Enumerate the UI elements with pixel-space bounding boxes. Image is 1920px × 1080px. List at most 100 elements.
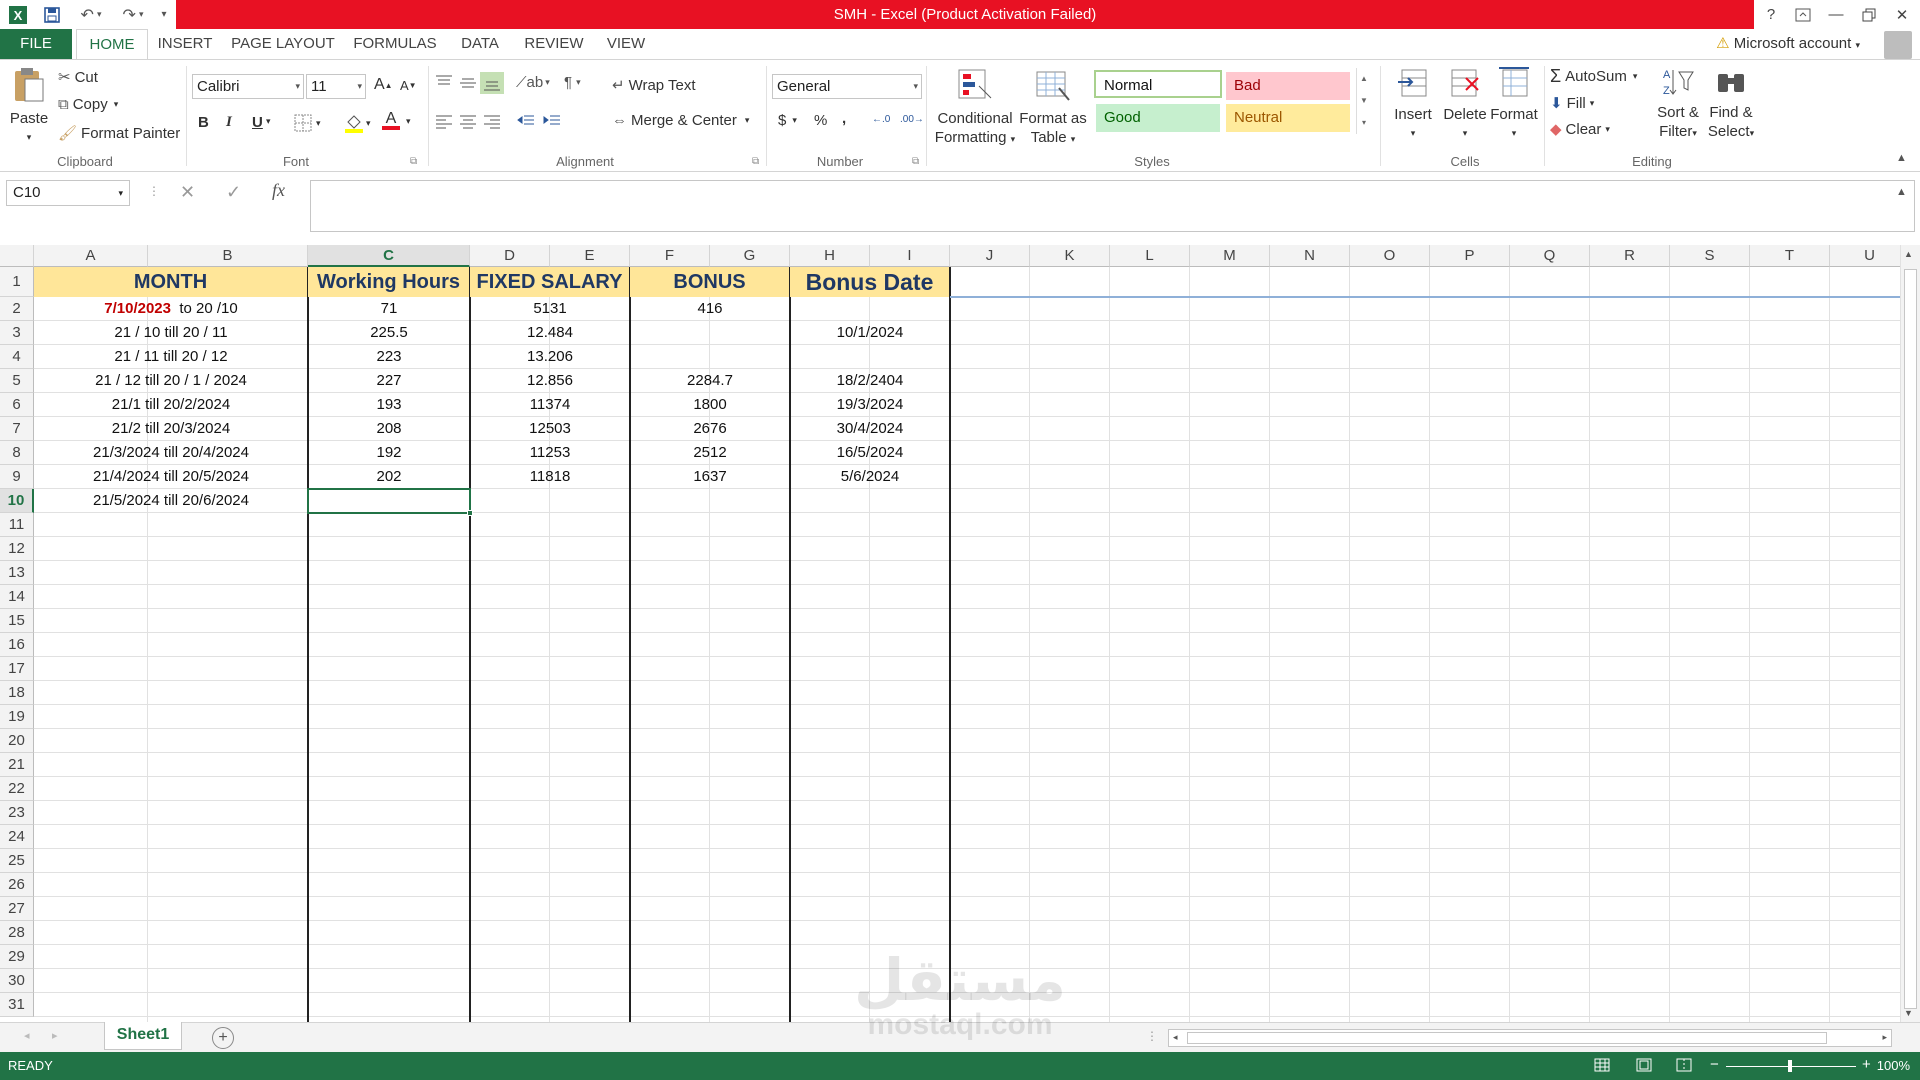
redo-icon[interactable]: ↷ ▾ [116, 3, 150, 26]
cell-salary-row-2[interactable]: 5131 [470, 297, 630, 321]
cell-salary-row-9[interactable]: 11818 [470, 465, 630, 489]
increase-indent-icon[interactable] [542, 112, 562, 130]
column-header-m[interactable]: M [1190, 245, 1270, 267]
normal-view-icon[interactable] [1594, 1058, 1610, 1072]
paste-button[interactable]: Paste ▾ [6, 66, 52, 147]
row-header-18[interactable]: 18 [0, 681, 34, 705]
cell-salary-row-8[interactable]: 11253 [470, 441, 630, 465]
row-header-15[interactable]: 15 [0, 609, 34, 633]
zoom-out-icon[interactable]: − [1710, 1056, 1719, 1073]
column-header-i[interactable]: I [870, 245, 950, 267]
header-fixed-salary[interactable]: FIXED SALARY [470, 267, 629, 297]
format-painter-button[interactable]: 🖌 Format Painter [58, 124, 180, 143]
zoom-slider-thumb[interactable] [1788, 1060, 1792, 1072]
cell-bonus-date-row-2[interactable] [790, 297, 950, 321]
page-break-view-icon[interactable] [1676, 1058, 1692, 1072]
cell-bonus-row-3[interactable] [630, 321, 790, 345]
cell-hours-row-2[interactable]: 71 [308, 297, 470, 321]
column-header-t[interactable]: T [1750, 245, 1830, 267]
decrease-indent-icon[interactable] [516, 112, 536, 130]
scroll-sheets-right-icon[interactable]: ▸ [52, 1029, 58, 1042]
column-header-o[interactable]: O [1350, 245, 1430, 267]
avatar[interactable] [1884, 31, 1912, 59]
save-icon[interactable] [40, 3, 64, 26]
cell-hours-row-5[interactable]: 227 [308, 369, 470, 393]
shrink-font-button[interactable]: A ▼ [400, 78, 417, 93]
align-right-icon[interactable] [482, 112, 502, 130]
paragraph-direction-icon[interactable]: ¶ ▾ [564, 74, 581, 91]
cell-month-row-10[interactable]: 21/5/2024 till 20/6/2024 [34, 489, 308, 513]
column-header-j[interactable]: J [950, 245, 1030, 267]
tab-split-handle-icon[interactable]: ⋮ [1146, 1029, 1158, 1043]
clear-button[interactable]: ◆ Clear ▾ [1550, 120, 1610, 139]
cancel-icon[interactable]: ✕ [180, 182, 195, 203]
tab-insert[interactable]: INSERT [152, 29, 218, 59]
align-top-icon[interactable] [434, 74, 454, 92]
column-header-l[interactable]: L [1110, 245, 1190, 267]
cell-month-row-7[interactable]: 21/2 till 20/3/2024 [34, 417, 308, 441]
align-left-icon[interactable] [434, 112, 454, 130]
delete-cells-button[interactable]: Delete ▾ [1438, 66, 1492, 143]
header-month[interactable]: MONTH [34, 267, 307, 297]
cell-month-row-6[interactable]: 21/1 till 20/2/2024 [34, 393, 308, 417]
column-header-c[interactable]: C [308, 245, 470, 267]
row-header-10[interactable]: 10 [0, 489, 34, 513]
fill-button[interactable]: ⬇ Fill ▾ [1550, 94, 1594, 113]
tab-review[interactable]: REVIEW [518, 29, 590, 59]
format-as-table-button[interactable]: Format as Table ▾ [1018, 68, 1088, 149]
row-header-31[interactable]: 31 [0, 993, 34, 1017]
row-header-29[interactable]: 29 [0, 945, 34, 969]
expand-formula-bar-icon[interactable]: ▲ [1896, 186, 1907, 198]
column-header-p[interactable]: P [1430, 245, 1510, 267]
styles-gallery-scroll[interactable]: ▲ ▼ ▾ [1356, 68, 1368, 134]
name-box[interactable]: C10 ▾ [6, 180, 130, 206]
column-header-q[interactable]: Q [1510, 245, 1590, 267]
column-header-a[interactable]: A [34, 245, 148, 267]
row-header-14[interactable]: 14 [0, 585, 34, 609]
row-header-3[interactable]: 3 [0, 321, 34, 345]
cell-bonus-row-9[interactable]: 1637 [630, 465, 790, 489]
font-dialog-launcher-icon[interactable]: ⧉ [410, 156, 417, 167]
cell-month-row-4[interactable]: 21 / 11 till 20 / 12 [34, 345, 308, 369]
sheet-tab-sheet1[interactable]: Sheet1 [104, 1022, 182, 1050]
column-header-r[interactable]: R [1590, 245, 1670, 267]
active-cell-selection[interactable] [307, 488, 471, 514]
cell-salary-row-10[interactable] [470, 489, 630, 513]
help-button[interactable]: ? [1755, 0, 1787, 29]
cell-salary-row-5[interactable]: 12.856 [470, 369, 630, 393]
fill-handle[interactable] [467, 510, 473, 516]
orientation-icon[interactable]: ⟋ab ▾ [516, 74, 550, 91]
column-header-u[interactable]: U [1830, 245, 1900, 267]
insert-function-icon[interactable]: fx [272, 180, 285, 201]
style-good[interactable]: Good [1096, 104, 1220, 132]
format-cells-button[interactable]: Format ▾ [1486, 66, 1542, 143]
font-size-select[interactable]: 11 ▾ [306, 74, 366, 99]
font-name-select[interactable]: Calibri ▾ [192, 74, 304, 99]
column-header-b[interactable]: B [148, 245, 308, 267]
cell-bonus-row-5[interactable]: 2284.7 [630, 369, 790, 393]
row-header-20[interactable]: 20 [0, 729, 34, 753]
row-header-7[interactable]: 7 [0, 417, 34, 441]
enter-icon[interactable]: ✓ [226, 182, 241, 203]
tab-data[interactable]: DATA [450, 29, 510, 59]
column-header-g[interactable]: G [710, 245, 790, 267]
cell-month-row-2[interactable]: 7/10/2023 to 20 /10 [34, 297, 308, 321]
cell-month-row-8[interactable]: 21/3/2024 till 20/4/2024 [34, 441, 308, 465]
worksheet-grid[interactable]: ABCDEFGHIJKLMNOPQRSTU 1 2 3 4 5 6 7 8 9 10 11 12 13 1… [0, 245, 1900, 1023]
style-normal[interactable]: Normal [1094, 70, 1222, 98]
tab-view[interactable]: VIEW [598, 29, 654, 59]
row-header-27[interactable]: 27 [0, 897, 34, 921]
row-header-8[interactable]: 8 [0, 441, 34, 465]
minimize-icon[interactable]: — [1820, 0, 1852, 29]
horizontal-scrollbar[interactable]: ◂ ▸ [1168, 1029, 1892, 1047]
font-color-button[interactable]: A [382, 111, 400, 130]
conditional-formatting-button[interactable]: Conditional Formatting ▾ [932, 68, 1018, 149]
row-header-5[interactable]: 5 [0, 369, 34, 393]
row-header-24[interactable]: 24 [0, 825, 34, 849]
close-icon[interactable]: ✕ [1886, 0, 1918, 29]
row-header-11[interactable]: 11 [0, 513, 34, 537]
cell-bonus-row-8[interactable]: 2512 [630, 441, 790, 465]
header-bonus-date[interactable]: Bonus Date [790, 267, 949, 297]
currency-button[interactable]: $ ▾ [778, 112, 797, 129]
cell-salary-row-3[interactable]: 12.484 [470, 321, 630, 345]
